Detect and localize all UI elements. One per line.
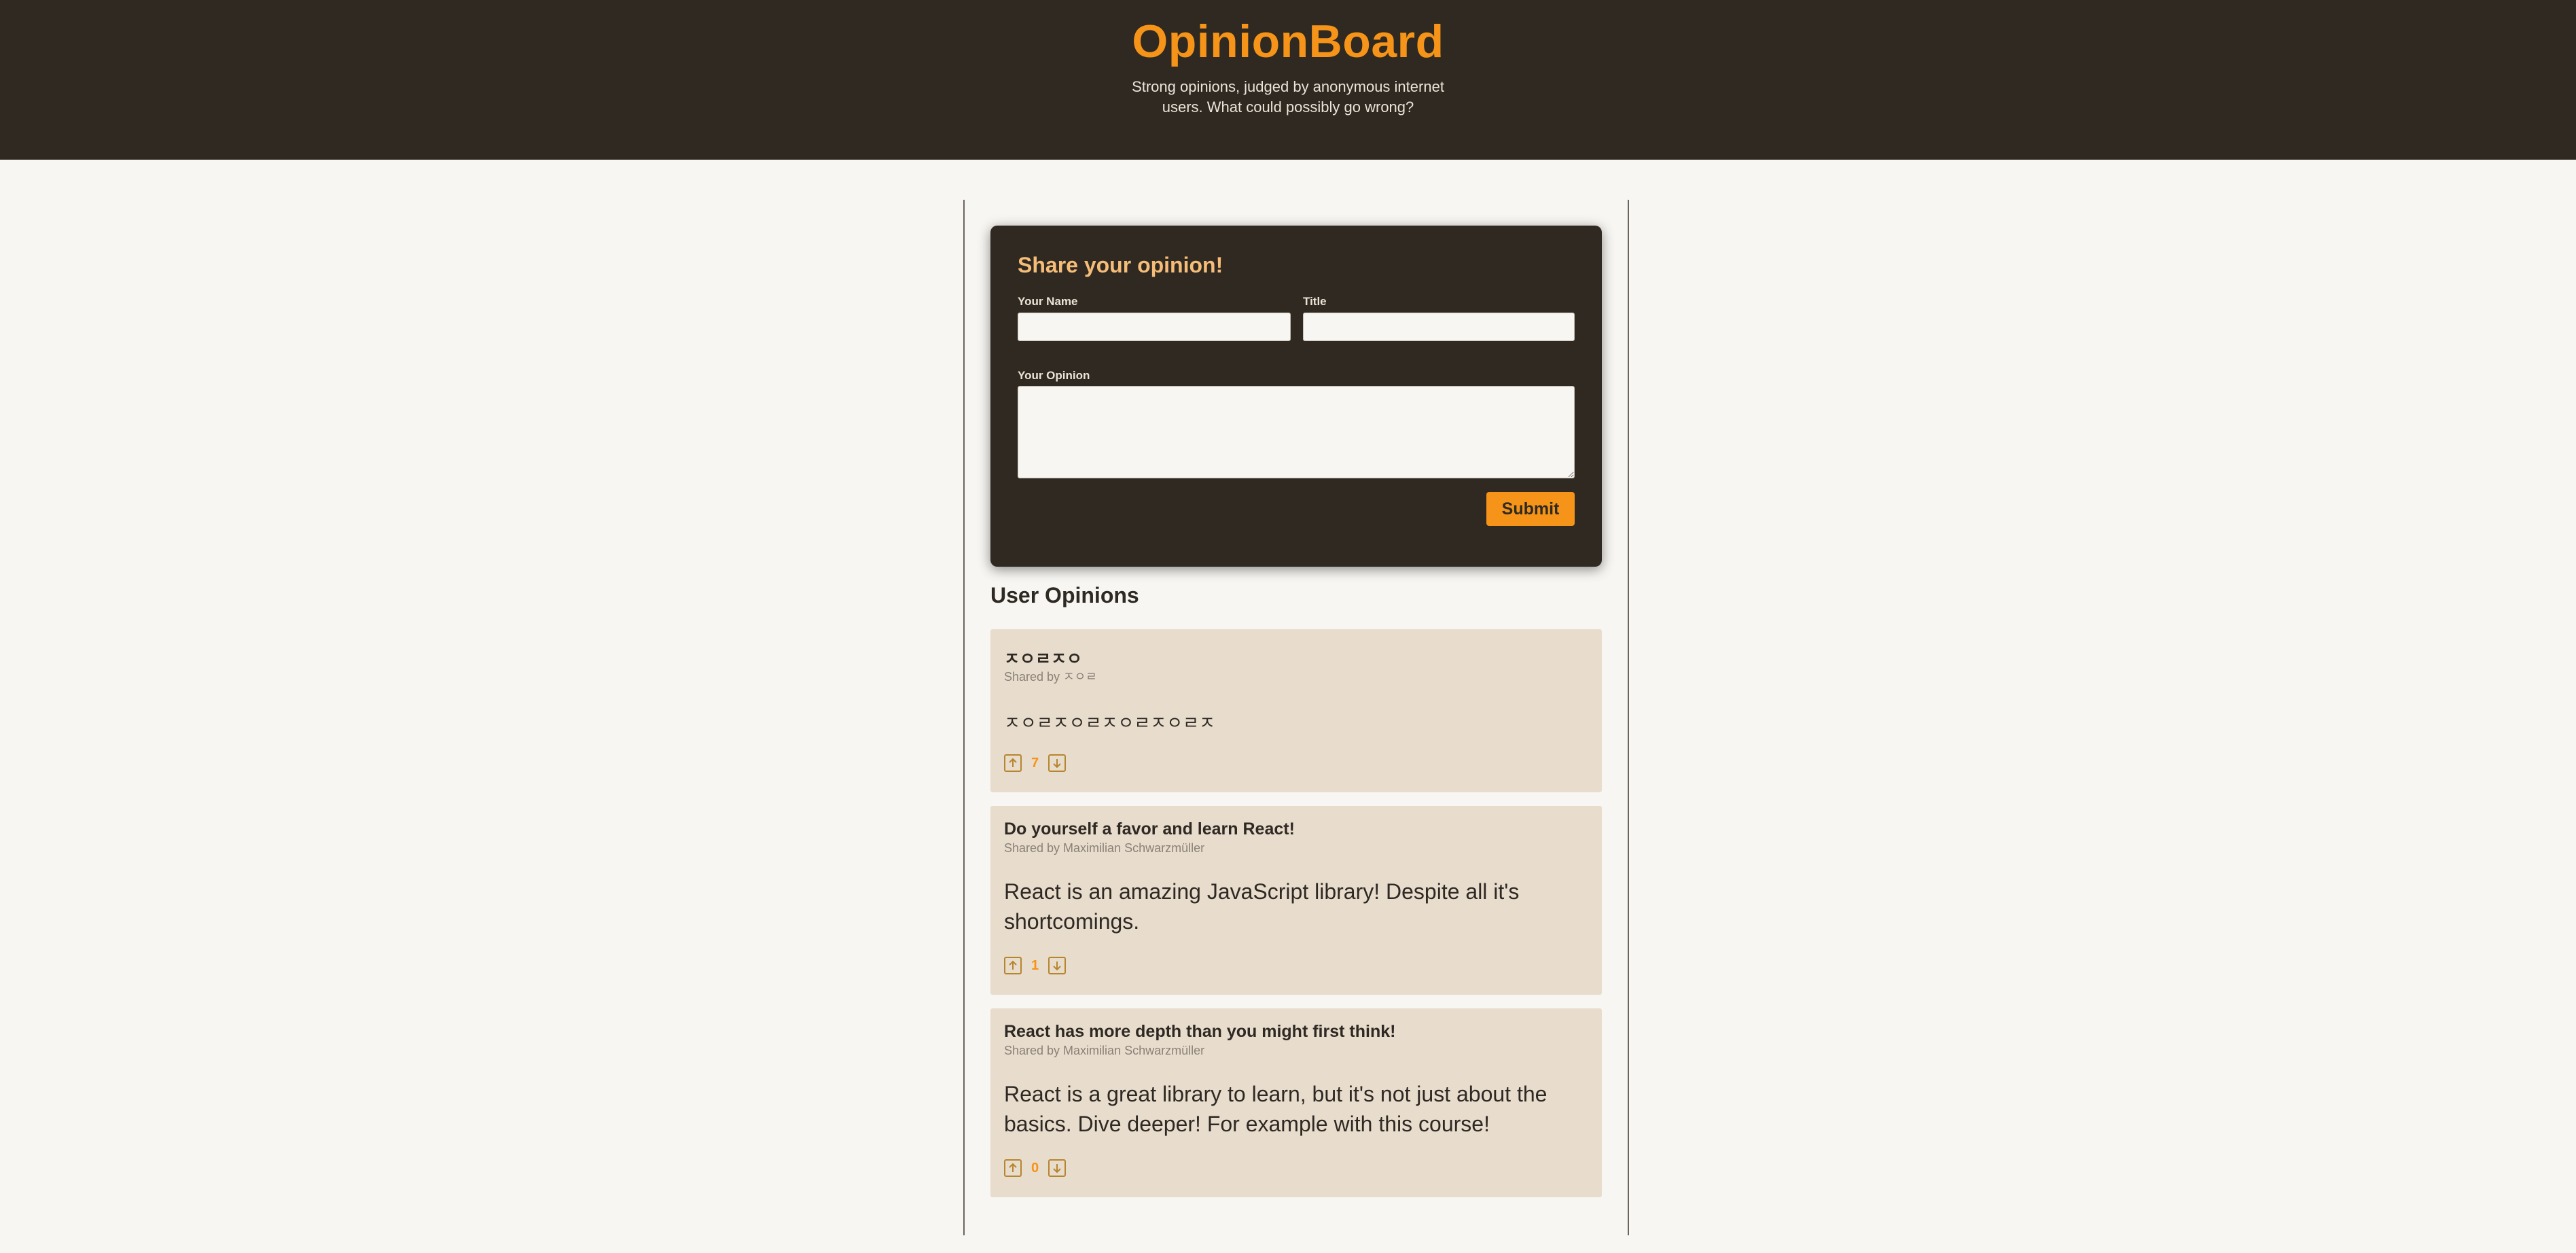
downvote-button[interactable]	[1048, 1159, 1067, 1177]
opinion-body: React is a great library to learn, but i…	[1004, 1082, 1548, 1136]
arrow-down-icon	[1053, 759, 1061, 769]
downvote-button[interactable]	[1048, 754, 1067, 772]
site-header: OpinionBoard Strong opinions, judged by …	[0, 0, 2576, 160]
opinion-textarea[interactable]	[1018, 386, 1575, 478]
site-title: OpinionBoard	[1132, 16, 1444, 67]
vote-controls: 0	[1004, 1159, 1067, 1177]
submit-button[interactable]: Submit	[1486, 492, 1575, 526]
downvote-button[interactable]	[1048, 957, 1067, 974]
opinion-body: React is an amazing JavaScript library! …	[1004, 879, 1520, 934]
name-label: Your Name	[1018, 295, 1078, 308]
arrow-down-icon	[1053, 1164, 1061, 1173]
title-label: Title	[1303, 295, 1327, 308]
opinion-card: React has more depth than you might firs…	[990, 1008, 1602, 1197]
title-input[interactable]	[1303, 313, 1575, 341]
arrow-down-icon	[1053, 961, 1061, 971]
vote-count: 7	[1031, 755, 1039, 771]
upvote-button[interactable]	[1004, 957, 1022, 974]
vote-controls: 7	[1004, 754, 1067, 772]
vote-count: 1	[1031, 957, 1039, 973]
opinion-title: Do yourself a favor and learn React!	[1004, 819, 1295, 839]
user-opinions-heading: User Opinions	[990, 583, 1139, 607]
opinion-form: Share your opinion! Your Name Title Your…	[990, 226, 1602, 567]
arrow-up-icon	[1009, 1163, 1017, 1172]
name-input[interactable]	[1018, 313, 1291, 341]
opinion-author: Shared by Maximilian Schwarzmüller	[1004, 1044, 1205, 1057]
opinion-author: Shared by ㅈㅇㄹ	[1004, 670, 1097, 684]
upvote-button[interactable]	[1004, 754, 1022, 772]
opinion-body: ㅈㅇㄹㅈㅇㄹㅈㅇㄹㅈㅇㄹㅈ	[1004, 713, 1215, 733]
arrow-up-icon	[1009, 960, 1017, 970]
vote-controls: 1	[1004, 957, 1067, 974]
site-tagline: Strong opinions, judged by anonymous int…	[1132, 78, 1444, 116]
upvote-button[interactable]	[1004, 1159, 1022, 1177]
opinion-card: ㅈㅇㄹㅈㅇ Shared by ㅈㅇㄹ ㅈㅇㄹㅈㅇㄹㅈㅇㄹㅈㅇㄹㅈ 7	[990, 629, 1602, 792]
opinion-title: ㅈㅇㄹㅈㅇ	[1004, 650, 1083, 669]
opinion-label: Your Opinion	[1018, 369, 1090, 382]
opinion-title: React has more depth than you might firs…	[1004, 1022, 1396, 1041]
form-heading: Share your opinion!	[1018, 253, 1223, 277]
opinion-card: Do yourself a favor and learn React! Sha…	[990, 806, 1602, 995]
vote-count: 0	[1031, 1160, 1039, 1176]
opinion-author: Shared by Maximilian Schwarzmüller	[1004, 841, 1205, 855]
arrow-up-icon	[1009, 758, 1017, 767]
